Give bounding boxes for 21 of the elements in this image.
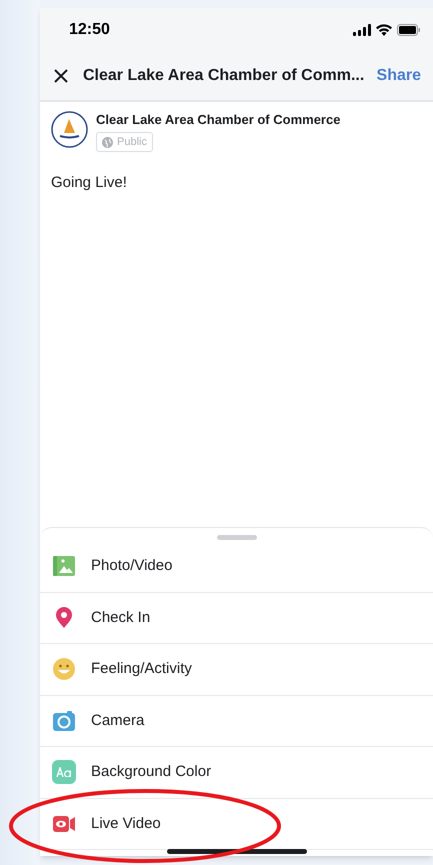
option-row[interactable]: Feeling/Activity <box>40 644 433 696</box>
signal-icon <box>353 24 371 36</box>
globe-icon <box>102 136 113 148</box>
close-button[interactable] <box>53 68 69 84</box>
share-button[interactable]: Share <box>376 64 421 88</box>
page-name: Clear Lake Area Chamber of Commerce <box>96 111 340 129</box>
option-row[interactable]: Camera <box>40 696 433 747</box>
option-row[interactable]: Photo/Video <box>40 541 433 592</box>
photo-icon <box>52 554 76 578</box>
wifi-icon <box>376 24 392 36</box>
drag-handle[interactable] <box>216 535 256 540</box>
option-row[interactable]: Check In <box>40 592 433 644</box>
camera-icon <box>52 708 76 733</box>
post-text: Going Live! <box>51 173 128 193</box>
post-title: Clear Lake Area Chamber of Comm... <box>83 66 364 86</box>
status-time: 12:50 <box>69 20 110 40</box>
text-style-icon <box>52 760 76 784</box>
logo-icon <box>51 111 88 148</box>
option-row[interactable]: Background Color <box>40 747 433 798</box>
smiley-icon <box>52 657 76 682</box>
battery-icon <box>397 24 421 36</box>
